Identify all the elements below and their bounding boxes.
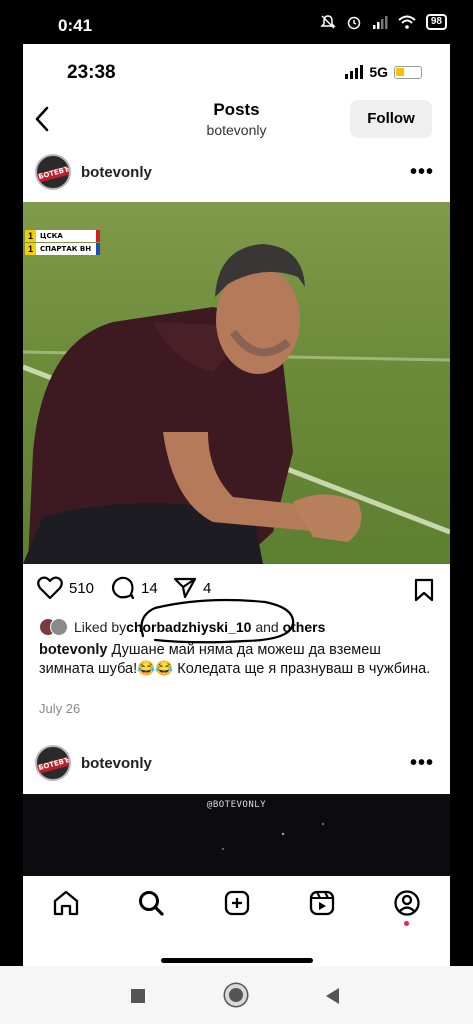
app-status-bar: 23:38 5G [23,44,450,96]
scoreboard-overlay: 1 ЦСКА 1 СПАРТАК ВН [25,230,100,256]
app-network-status: 5G [345,64,422,80]
more-options-icon[interactable]: ••• [410,752,434,775]
signal-icon [372,16,388,29]
system-navigation-bar [0,966,473,1024]
avatar-logo-text: БОТЕВЪ [37,164,71,182]
share-count: 4 [203,579,212,597]
post-image[interactable]: 1 ЦСКА 1 СПАРТАК ВН [23,202,450,564]
network-type: 5G [369,64,388,80]
team-color [96,243,100,255]
like-button[interactable]: 510 [37,576,94,600]
recents-button[interactable] [131,989,145,1003]
liked-by-prefix: Liked by [74,619,127,635]
post-caption: botevonly Душане май няма да можеш да вз… [39,641,439,679]
avatar-logo-text: БОТЕВЪ [37,755,71,773]
notification-dot [404,921,409,926]
instagram-screen: 23:38 5G Posts botevonly Follow БОТЕВЪ b… [23,44,450,966]
reels-icon[interactable] [307,888,337,918]
team-color [96,230,100,242]
more-options-icon[interactable]: ••• [410,161,434,184]
coach-photo [23,202,450,564]
system-status-icons: 98 [320,14,447,30]
alarm-icon [347,16,361,30]
comment-count: 14 [141,579,158,597]
profile-icon[interactable] [392,888,422,918]
back-button[interactable] [326,988,339,1004]
comment-icon [111,576,135,600]
low-battery-icon [394,65,422,79]
hand-drawn-circle-annotation [140,598,295,644]
wifi-icon [398,15,416,29]
system-status-bar: 0:41 98 [0,0,473,44]
battery-indicator: 98 [425,14,447,30]
post-header: БОТЕВЪ botevonly ••• [23,735,450,793]
bookmark-icon[interactable] [414,578,434,602]
home-indicator [161,958,313,963]
bottom-tab-bar [23,876,450,966]
avatar[interactable]: БОТЕВЪ [35,745,71,781]
search-icon[interactable] [136,888,166,918]
post-username[interactable]: botevonly [81,164,152,181]
app-clock: 23:38 [67,62,116,83]
signal-bars-icon [345,65,364,79]
team-name: СПАРТАК ВН [36,243,96,255]
heart-icon [37,576,63,600]
follow-button[interactable]: Follow [350,100,432,138]
score: 1 [25,230,36,242]
mute-icon [320,15,336,29]
home-button[interactable] [225,984,247,1006]
team-name: ЦСКА [36,230,96,242]
caption-username[interactable]: botevonly [39,642,107,658]
system-clock: 0:41 [58,16,93,35]
score: 1 [25,243,36,255]
posts-header: Posts botevonly Follow [23,96,450,144]
like-count: 510 [69,579,95,597]
post-header: БОТЕВЪ botevonly ••• [23,144,450,202]
avatar[interactable]: БОТЕВЪ [35,154,71,190]
liker-avatar [50,618,68,636]
scoreboard-row: 1 СПАРТАК ВН [25,243,100,255]
post-date: July 26 [39,701,81,716]
home-icon[interactable] [51,888,81,918]
post-username[interactable]: botevonly [81,755,152,772]
scoreboard-row: 1 ЦСКА [25,230,100,242]
create-post-icon[interactable] [222,888,252,918]
